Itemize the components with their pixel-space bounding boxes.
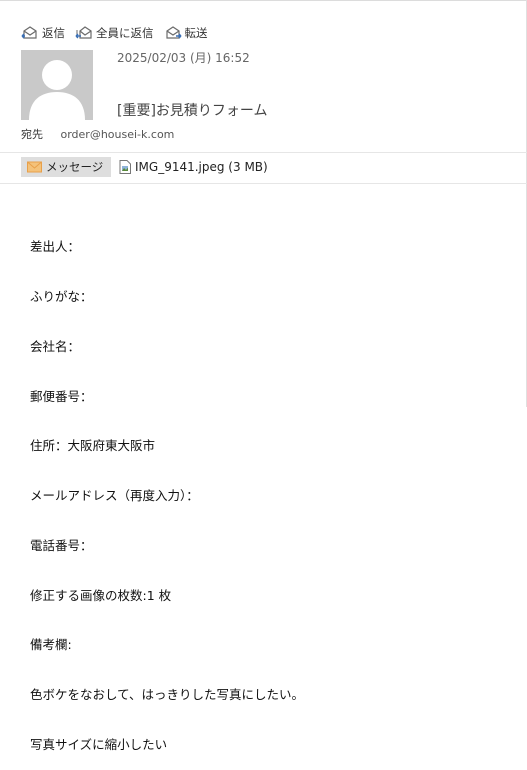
attachment-label: IMG_9141.jpeg (3 MB): [135, 160, 268, 174]
header-divider: [0, 152, 527, 153]
to-label: 宛先: [21, 128, 43, 141]
envelope-icon: [27, 161, 42, 173]
body-divider: [0, 183, 527, 184]
avatar: [21, 50, 93, 120]
message-body: 差出人： ふりがな： 会社名： 郵便番号： 住所：大阪府東大阪市 メールアドレス…: [30, 206, 304, 770]
tab-message[interactable]: メッセージ: [21, 157, 111, 177]
reply-label: 返信: [42, 26, 65, 40]
body-line: 備考欄:: [30, 637, 72, 653]
forward-label: 転送: [184, 26, 208, 40]
image-file-icon: [119, 160, 131, 174]
reply-icon: [21, 26, 37, 39]
forward-button[interactable]: 転送: [164, 25, 208, 41]
message-toolbar: 返信 全員に返信 転送: [21, 24, 218, 42]
body-line: 差出人：: [30, 239, 81, 255]
forward-icon: [165, 26, 181, 39]
top-divider: [0, 0, 527, 1]
body-line: ふりがな：: [30, 288, 93, 304]
reply-button[interactable]: 返信: [21, 25, 65, 41]
reply-all-button[interactable]: 全員に返信: [75, 25, 154, 41]
recipient-row: 宛先 order@housei-k.com: [21, 126, 174, 142]
body-line: 会社名：: [30, 338, 81, 354]
body-line: メールアドレス（再度入力）：: [30, 488, 199, 504]
body-line: 写真サイズに縮小したい: [30, 737, 168, 752]
body-line: 修正する画像の枚数:1 枚: [30, 587, 172, 603]
reply-all-label: 全員に返信: [96, 26, 154, 40]
body-line: 住所：大阪府東大阪市: [30, 438, 156, 454]
body-line: 郵便番号：: [30, 388, 93, 404]
message-subject: [重要]お見積りフォーム: [117, 103, 268, 119]
sent-date: 2025/02/03 (月) 16:52: [117, 51, 250, 65]
tab-message-label: メッセージ: [46, 160, 104, 174]
reply-all-icon: [75, 26, 92, 39]
recipient-address[interactable]: order@housei-k.com: [61, 128, 175, 141]
body-line: 色ボケをなおして、はっきりした写真にしたい。: [30, 687, 305, 703]
body-line: 電話番号：: [30, 537, 93, 553]
avatar-silhouette: [29, 60, 85, 120]
attachment-item[interactable]: IMG_9141.jpeg (3 MB): [119, 157, 268, 177]
